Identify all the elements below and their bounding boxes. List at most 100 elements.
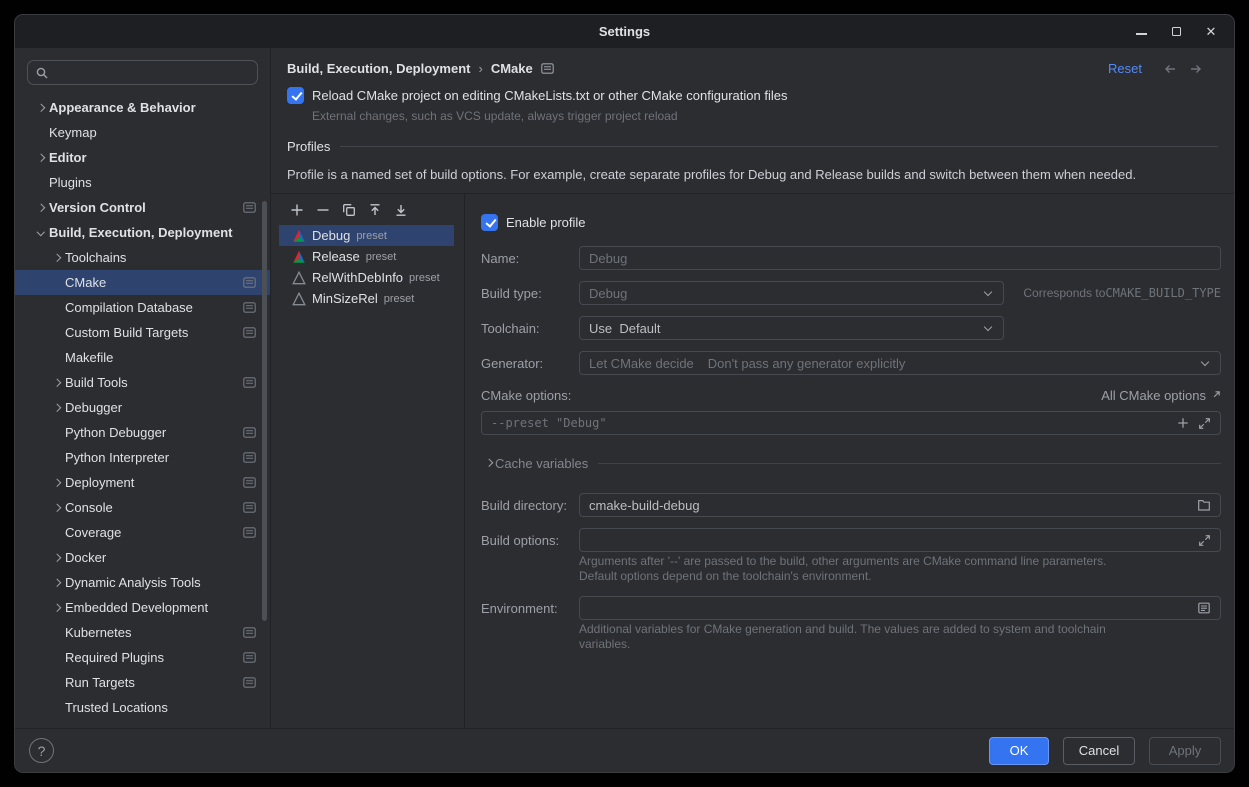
- cache-variables-toggle[interactable]: Cache variables: [481, 453, 1221, 473]
- close-button[interactable]: ✕: [1198, 19, 1224, 45]
- tree-chevron-icon[interactable]: [49, 275, 65, 291]
- all-cmake-options-link[interactable]: All CMake options: [1101, 388, 1221, 403]
- expand-icon[interactable]: [1198, 417, 1211, 430]
- tree-chevron-icon[interactable]: [49, 625, 65, 641]
- tree-chevron-icon[interactable]: [49, 675, 65, 691]
- sidebar-tree-item[interactable]: Python Interpreter: [15, 445, 270, 470]
- tree-chevron-icon[interactable]: [49, 425, 65, 441]
- settings-search[interactable]: [27, 60, 258, 85]
- reload-checkbox-row[interactable]: Reload CMake project on editing CMakeLis…: [287, 87, 1218, 104]
- breadcrumb-separator: ›: [478, 61, 482, 76]
- tree-item-label: Version Control: [49, 200, 146, 215]
- sidebar-tree-item[interactable]: Coverage: [15, 520, 270, 545]
- tree-item-label: Run Targets: [65, 675, 135, 690]
- tree-chevron-icon[interactable]: [33, 125, 49, 141]
- sidebar-tree-item[interactable]: Run Targets: [15, 670, 270, 695]
- tree-item-label: Custom Build Targets: [65, 325, 188, 340]
- sidebar-tree-item[interactable]: Editor: [15, 145, 270, 170]
- forward-icon: [1188, 62, 1204, 76]
- enable-profile-checkbox[interactable]: [481, 214, 498, 231]
- sidebar-tree-item[interactable]: Toolchains: [15, 245, 270, 270]
- cmake-options-label: CMake options:: [481, 388, 579, 403]
- tree-chevron-icon[interactable]: [33, 225, 49, 241]
- sidebar-tree-item[interactable]: Version Control: [15, 195, 270, 220]
- tree-chevron-icon[interactable]: [49, 475, 65, 491]
- profiles-toolbar: [271, 194, 464, 225]
- folder-icon[interactable]: [1197, 498, 1211, 512]
- tree-chevron-icon[interactable]: [49, 550, 65, 566]
- project-settings-icon: [243, 502, 256, 513]
- sidebar-tree-item[interactable]: Console: [15, 495, 270, 520]
- tree-chevron-icon[interactable]: [49, 575, 65, 591]
- maximize-button[interactable]: [1163, 19, 1189, 45]
- sidebar-tree-item[interactable]: Python Debugger: [15, 420, 270, 445]
- sidebar-tree-item[interactable]: CMake: [15, 270, 270, 295]
- sidebar-tree-item[interactable]: Keymap: [15, 120, 270, 145]
- tree-chevron-icon[interactable]: [49, 300, 65, 316]
- sidebar-tree-item[interactable]: Docker: [15, 545, 270, 570]
- sidebar-tree-item[interactable]: Build Tools: [15, 370, 270, 395]
- reset-link[interactable]: Reset: [1108, 61, 1142, 76]
- toolchain-label: Toolchain:: [481, 321, 579, 336]
- tree-chevron-icon[interactable]: [49, 375, 65, 391]
- profile-list-item[interactable]: Debug preset: [279, 225, 454, 246]
- environment-hint: Additional variables for CMake generatio…: [579, 622, 1221, 652]
- tree-chevron-icon[interactable]: [49, 325, 65, 341]
- sidebar-tree-item[interactable]: Compilation Database: [15, 295, 270, 320]
- profile-list-item[interactable]: MinSizeRel preset: [279, 288, 454, 309]
- move-down-button[interactable]: [394, 203, 408, 217]
- tree-chevron-icon[interactable]: [49, 450, 65, 466]
- tree-chevron-icon[interactable]: [49, 350, 65, 366]
- sidebar-scrollbar[interactable]: [262, 201, 267, 621]
- profile-list-item[interactable]: RelWithDebInfo preset: [279, 267, 454, 288]
- sidebar-tree-item[interactable]: Trusted Locations: [15, 695, 270, 720]
- sidebar-tree-item[interactable]: Appearance & Behavior: [15, 95, 270, 120]
- maximize-icon: [1172, 27, 1181, 36]
- tree-chevron-icon[interactable]: [49, 650, 65, 666]
- add-option-icon[interactable]: [1177, 417, 1189, 429]
- search-input[interactable]: [54, 65, 250, 80]
- help-button[interactable]: ?: [29, 738, 54, 763]
- project-settings-icon: [243, 677, 256, 688]
- tree-item-label: Dynamic Analysis Tools: [65, 575, 201, 590]
- breadcrumb-parent[interactable]: Build, Execution, Deployment: [287, 61, 470, 76]
- tree-item-label: Required Plugins: [65, 650, 164, 665]
- tree-chevron-icon[interactable]: [49, 400, 65, 416]
- tree-chevron-icon[interactable]: [49, 700, 65, 716]
- cancel-button[interactable]: Cancel: [1063, 737, 1135, 765]
- sidebar-tree-item[interactable]: Dynamic Analysis Tools: [15, 570, 270, 595]
- toolchain-select[interactable]: Use Default: [579, 316, 1004, 340]
- sidebar-tree-item[interactable]: Build, Execution, Deployment: [15, 220, 270, 245]
- sidebar-tree-item[interactable]: Debugger: [15, 395, 270, 420]
- enable-profile-row[interactable]: Enable profile: [481, 212, 1221, 232]
- sidebar-tree-item[interactable]: Kubernetes: [15, 620, 270, 645]
- build-type-value: Debug: [589, 286, 627, 301]
- copy-profile-button[interactable]: [342, 203, 356, 217]
- tree-chevron-icon[interactable]: [33, 150, 49, 166]
- sidebar-tree-item[interactable]: Plugins: [15, 170, 270, 195]
- minimize-button[interactable]: [1128, 19, 1154, 45]
- tree-chevron-icon[interactable]: [49, 525, 65, 541]
- tree-chevron-icon[interactable]: [33, 100, 49, 116]
- tree-chevron-icon[interactable]: [33, 175, 49, 191]
- tree-chevron-icon[interactable]: [49, 250, 65, 266]
- reload-checkbox[interactable]: [287, 87, 304, 104]
- profile-list-item[interactable]: Release preset: [279, 246, 454, 267]
- build-options-hint: Arguments after '--' are passed to the b…: [579, 554, 1221, 584]
- sidebar-tree-item[interactable]: Embedded Development: [15, 595, 270, 620]
- sidebar-tree-item[interactable]: Makefile: [15, 345, 270, 370]
- sidebar-tree-item[interactable]: Custom Build Targets: [15, 320, 270, 345]
- project-settings-icon: [243, 327, 256, 338]
- variables-icon[interactable]: [1197, 601, 1211, 615]
- sidebar-tree-item[interactable]: Required Plugins: [15, 645, 270, 670]
- move-up-button[interactable]: [368, 203, 382, 217]
- remove-profile-button[interactable]: [316, 203, 330, 217]
- tree-chevron-icon[interactable]: [33, 200, 49, 216]
- ok-button[interactable]: OK: [989, 737, 1049, 765]
- add-profile-button[interactable]: [290, 203, 304, 217]
- copy-icon: [342, 203, 356, 217]
- tree-chevron-icon[interactable]: [49, 600, 65, 616]
- sidebar-tree-item[interactable]: Deployment: [15, 470, 270, 495]
- tree-chevron-icon[interactable]: [49, 500, 65, 516]
- expand-icon[interactable]: [1198, 534, 1211, 547]
